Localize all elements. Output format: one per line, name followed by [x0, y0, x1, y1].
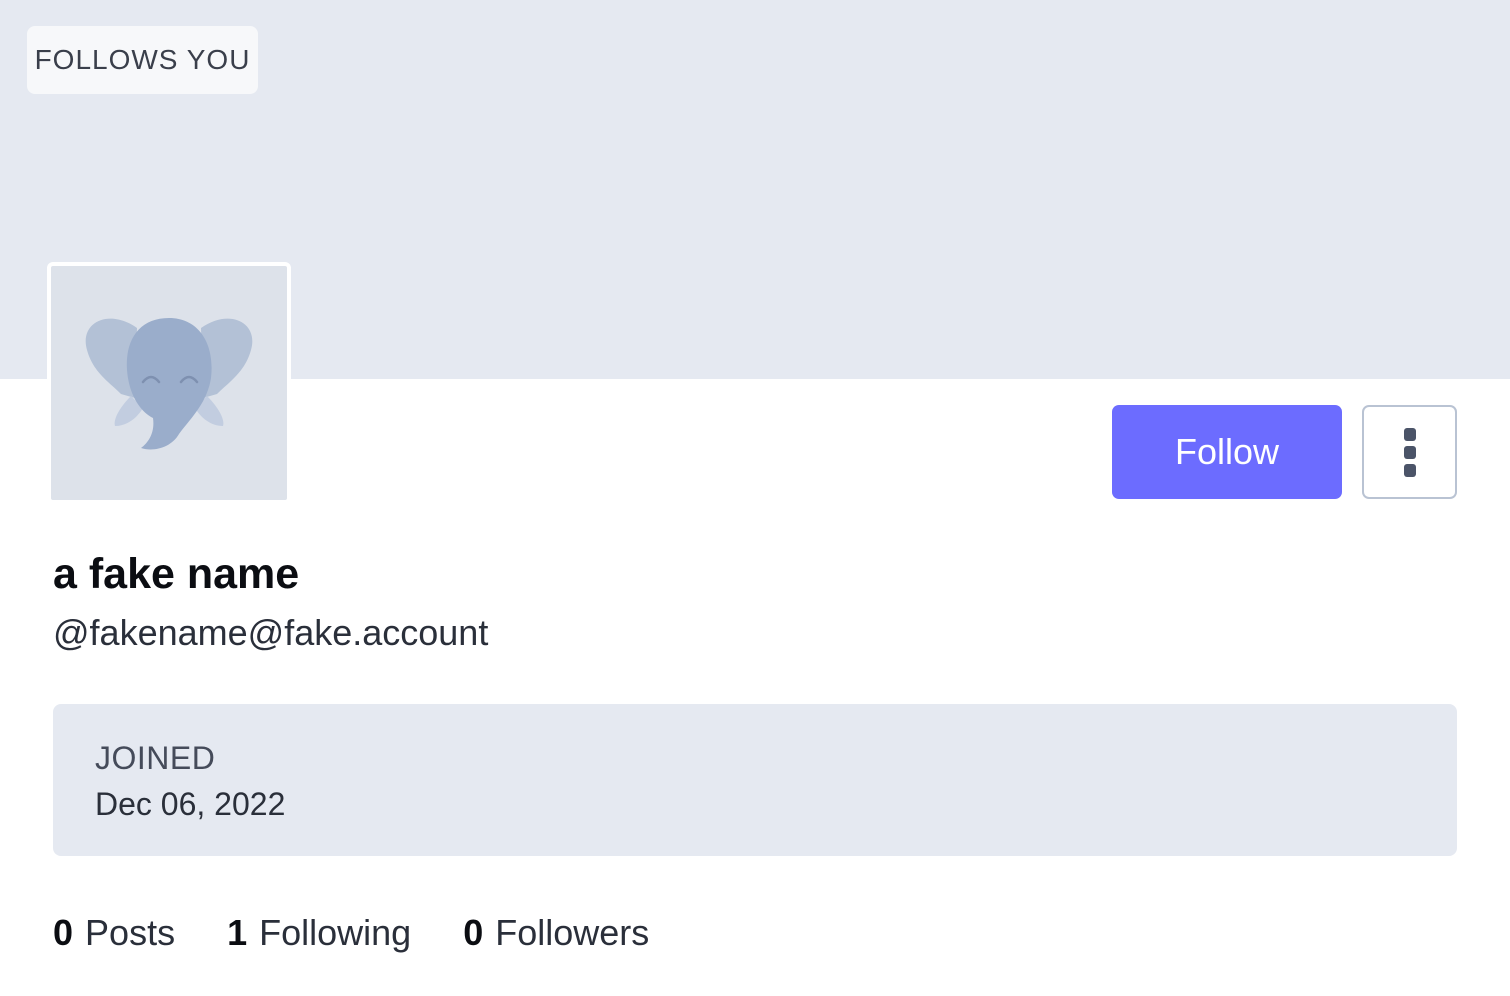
elephant-icon [85, 318, 253, 450]
stat-following[interactable]: 1 Following [227, 912, 411, 954]
joined-label: JOINED [95, 740, 216, 776]
display-name: a fake name [53, 550, 300, 598]
stat-count: 1 [227, 912, 248, 953]
stat-label: Posts [85, 912, 176, 953]
profile-page: FOLLOWS YOU Follow a fake name @fakename… [0, 0, 1510, 996]
more-options-button[interactable] [1362, 405, 1457, 499]
profile-stats: 0 Posts 1 Following 0 Followers [53, 912, 649, 954]
stat-posts[interactable]: 0 Posts [53, 912, 175, 954]
avatar[interactable] [47, 262, 291, 504]
stat-followers[interactable]: 0 Followers [463, 912, 649, 954]
vertical-ellipsis-icon [1403, 427, 1416, 441]
follows-you-badge: FOLLOWS YOU [27, 26, 258, 94]
stat-count: 0 [53, 912, 74, 953]
joined-date: Dec 06, 2022 [95, 786, 286, 822]
joined-card: JOINED Dec 06, 2022 [53, 704, 1457, 856]
vertical-ellipsis-icon [1403, 463, 1416, 477]
account-handle: @fakename@fake.account [53, 612, 489, 653]
stat-count: 0 [463, 912, 484, 953]
follow-button[interactable]: Follow [1112, 405, 1342, 499]
stat-label: Following [259, 912, 412, 953]
stat-label: Followers [495, 912, 650, 953]
vertical-ellipsis-icon [1403, 445, 1416, 459]
